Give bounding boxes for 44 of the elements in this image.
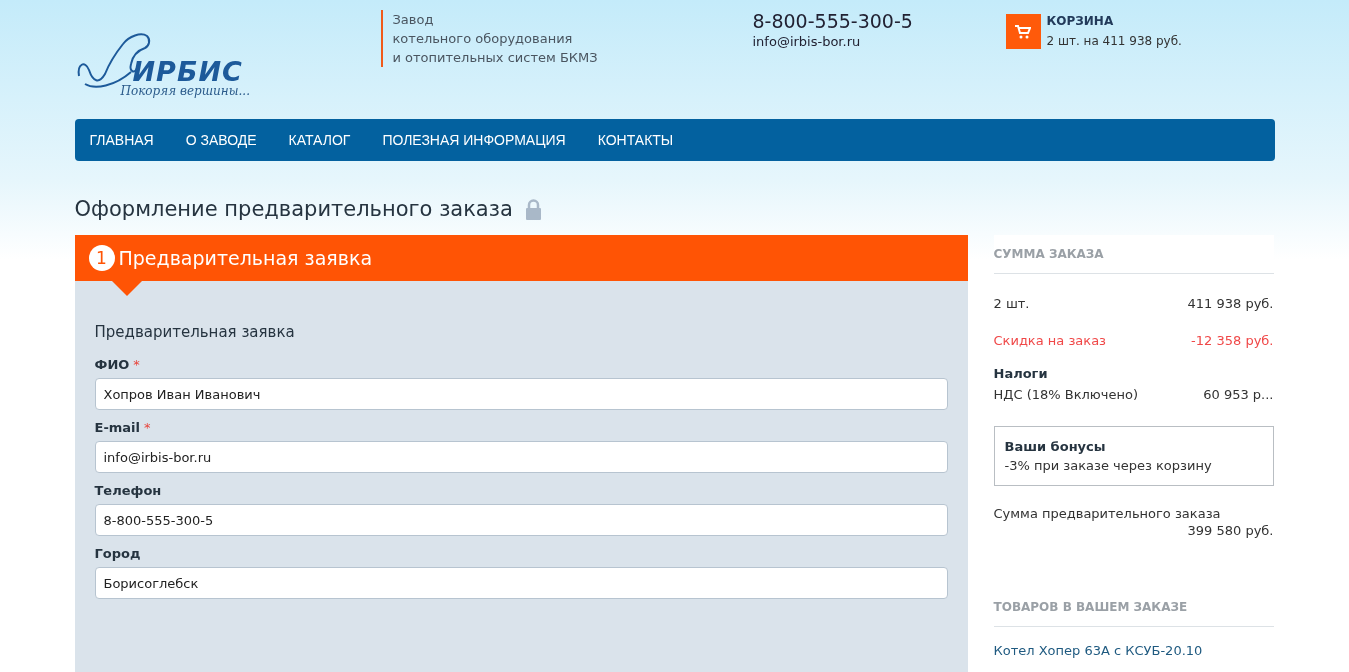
phone-number: 8-800-555-300-5	[752, 10, 914, 32]
cart-summary: 2 шт. на 411 938 руб.	[1046, 34, 1182, 48]
tagline-text: Завод	[392, 11, 435, 29]
input-field[interactable]: Борисоглебск	[94, 567, 948, 599]
summary-value: 411 938 руб.	[1187, 296, 1274, 311]
tax-label: НДС (18% Включено)	[993, 387, 1138, 402]
step-title: Предварительная заявка	[118, 247, 373, 269]
items-heading: ТОВАРОВ В ВАШЕМ ЗАКАЗЕ	[993, 588, 1274, 627]
nav-link[interactable]: КОНТАКТЫ	[597, 132, 674, 148]
taxes-heading: Налоги	[993, 366, 1049, 381]
logo-wordmark: ИРБИС	[132, 56, 243, 87]
lock-icon	[524, 198, 542, 220]
product-link[interactable]: Котел Хопер 63А с КСУБ-20.10	[993, 643, 1274, 658]
nav-link[interactable]: О ЗАВОДЕ	[185, 132, 257, 148]
summary-label: Скидка на заказ	[993, 333, 1107, 348]
email-address: info@irbis-bor.ru	[752, 34, 862, 49]
field-label: E-mail	[94, 420, 140, 435]
step-number: 1	[88, 245, 115, 271]
required-mark: *	[133, 357, 140, 372]
required-mark: *	[144, 420, 151, 435]
field-label: ФИО	[94, 357, 130, 372]
cart-icon[interactable]	[1005, 14, 1041, 49]
tax-value: 60 953 р...	[1203, 387, 1274, 402]
field-label: Город	[94, 546, 141, 561]
summary-value: -12 358 руб.	[1191, 333, 1274, 348]
input-field[interactable]: 8-800-555-300-5	[94, 504, 948, 536]
bonus-text: -3% при заказе через корзину	[1004, 458, 1213, 473]
tagline-text: котельного оборудования	[392, 30, 574, 48]
total-value: 399 580 руб.	[1186, 523, 1274, 538]
nav-link[interactable]: ГЛАВНАЯ	[89, 132, 154, 148]
tagline-text: и отопительных систем БКМЗ	[392, 49, 599, 67]
input-field[interactable]: info@irbis-bor.ru	[94, 441, 948, 473]
cart-title[interactable]: КОРЗИНА	[1046, 14, 1182, 28]
section-title: Предварительная заявка	[94, 323, 296, 341]
summary-label: 2 шт.	[993, 296, 1030, 311]
nav-link[interactable]: ПОЛЕЗНАЯ ИНФОРМАЦИЯ	[382, 132, 566, 148]
nav-link[interactable]: КАТАЛОГ	[288, 132, 351, 148]
logo-slogan: Покоряя вершины...	[120, 84, 250, 98]
total-label: Сумма предварительного заказа	[993, 506, 1222, 521]
field-label: Телефон	[94, 483, 162, 498]
bonus-title: Ваши бонусы	[1004, 439, 1107, 454]
summary-heading: СУММА ЗАКАЗА	[993, 235, 1274, 274]
input-field[interactable]: Хопров Иван Иванович	[94, 378, 948, 410]
page-title: Оформление предварительного заказа	[74, 197, 513, 221]
